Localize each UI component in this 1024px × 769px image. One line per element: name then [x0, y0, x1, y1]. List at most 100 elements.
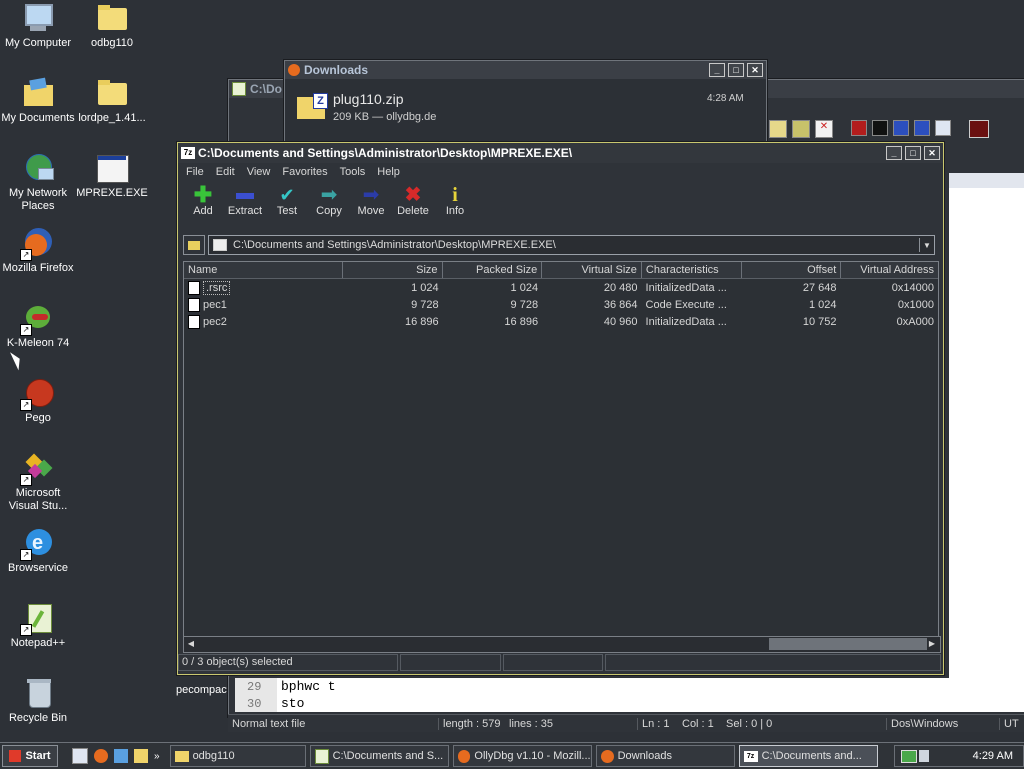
editor-tab-strip: [949, 173, 1024, 189]
record-macro-icon[interactable]: [851, 120, 867, 136]
desktop-icon-k-meleon[interactable]: ↗ K-Meleon 74: [0, 302, 76, 350]
menu-favorites[interactable]: Favorites: [276, 166, 333, 178]
column-header-size[interactable]: Size: [343, 262, 443, 278]
shortcut-arrow-icon: ↗: [20, 249, 32, 261]
taskbar-item-odbg110[interactable]: odbg110: [169, 745, 306, 767]
desktop-icon-my-network-places[interactable]: My Network Places: [0, 152, 76, 213]
desktop-icon-label: Notepad++: [10, 637, 66, 649]
menu-view[interactable]: View: [241, 166, 277, 178]
scroll-right-arrow-icon[interactable]: ▶: [926, 638, 938, 650]
seven-zip-title-bar[interactable]: 7z C:\Documents and Settings\Administrat…: [178, 143, 943, 163]
chevron-right-icon[interactable]: »: [154, 751, 160, 762]
maximize-button[interactable]: □: [728, 63, 744, 77]
play-macro-icon[interactable]: [893, 120, 909, 136]
minimize-button[interactable]: _: [709, 63, 725, 77]
copy-button[interactable]: ➡ Copy: [308, 181, 350, 217]
desktop-icon-label: odbg110: [90, 37, 133, 49]
taskbar-item-editor[interactable]: C:\Documents and S...: [309, 745, 449, 767]
menu-edit[interactable]: Edit: [210, 166, 241, 178]
column-header-virtual-size[interactable]: Virtual Size: [542, 262, 642, 278]
line-number-gutter: 29 30: [235, 678, 277, 712]
test-button[interactable]: ✔ Test: [266, 181, 308, 217]
address-input[interactable]: C:\Documents and Settings\Administrator\…: [208, 235, 935, 255]
column-header-virtual-address[interactable]: Virtual Address: [841, 262, 938, 278]
up-folder-button[interactable]: [183, 235, 205, 255]
desktop-icon-pecompact-label[interactable]: pecompact: [176, 684, 230, 696]
firefox-icon[interactable]: [94, 749, 108, 763]
delete-button[interactable]: ✖ Delete: [392, 181, 434, 217]
table-row[interactable]: .rsrc 1 024 1 024 20 480 InitializedData…: [184, 279, 938, 296]
notepad-plus-plus-icon: [232, 82, 246, 96]
toolbar-icon[interactable]: ✕: [815, 120, 833, 138]
desktop-icon-browservice[interactable]: e ↗ Browservice: [0, 527, 76, 575]
show-desktop-icon[interactable]: [72, 748, 88, 764]
close-button[interactable]: ✕: [924, 146, 940, 160]
downloads-title-bar[interactable]: Downloads _ □ ✕: [285, 61, 766, 79]
column-header-offset[interactable]: Offset: [742, 262, 842, 278]
desktop-icon-pego[interactable]: ↗ Pego: [0, 377, 76, 425]
desktop-icon-recycle-bin[interactable]: Recycle Bin: [0, 677, 76, 725]
tray-volume-icon[interactable]: [919, 750, 929, 762]
move-button[interactable]: ➡ Move: [350, 181, 392, 217]
download-file-name[interactable]: plug110.zip: [333, 91, 404, 107]
desktop-icon-my-computer[interactable]: My Computer: [0, 2, 76, 50]
desktop-icon-odbg110[interactable]: odbg110: [74, 2, 150, 50]
editor-toolbar[interactable]: ✕: [769, 120, 989, 138]
desktop-icon-notepad-plus-plus[interactable]: ↗ Notepad++: [0, 602, 76, 650]
menu-tools[interactable]: Tools: [334, 166, 372, 178]
stop-macro-icon[interactable]: [872, 120, 888, 136]
tray-network-icon[interactable]: [901, 750, 917, 763]
seven-zip-app-icon: 7z: [743, 750, 758, 762]
toolbar-icon[interactable]: [792, 120, 810, 138]
minimize-button[interactable]: _: [886, 146, 902, 160]
taskbar: Start » odbg110 C:\Documents and S... Ol…: [0, 742, 1024, 769]
table-row[interactable]: pec2 16 896 16 896 40 960 InitializedDat…: [184, 313, 938, 330]
run-macro-multiple-icon[interactable]: [914, 120, 930, 136]
status-file-type: Normal text file: [228, 717, 439, 730]
task-label: Downloads: [617, 750, 672, 762]
start-button[interactable]: Start: [2, 745, 58, 767]
desktop-icon-mprexe[interactable]: MPREXE.EXE: [74, 152, 150, 200]
folder-icon: [96, 2, 128, 34]
menu-help[interactable]: Help: [371, 166, 406, 178]
file-list[interactable]: Name Size Packed Size Virtual Size Chara…: [183, 261, 939, 638]
clock[interactable]: 4:29 AM: [973, 750, 1013, 762]
column-header-name[interactable]: Name: [184, 262, 343, 278]
chevron-down-icon[interactable]: ▼: [919, 238, 934, 252]
info-button[interactable]: i Info: [434, 181, 476, 217]
desktop-icon-lordpe[interactable]: lordpe_1.41...: [74, 77, 150, 125]
visual-studio-icon: ↗: [20, 452, 54, 486]
horizontal-scrollbar[interactable]: ◀ ▶: [183, 636, 941, 653]
status-ln: Ln : 1: [642, 717, 670, 730]
desktop-icon-visual-studio[interactable]: ↗ Microsoft Visual Stu...: [0, 452, 76, 513]
toolbar-icon[interactable]: [969, 120, 989, 138]
downloads-window[interactable]: Downloads _ □ ✕ Z plug110.zip 209 KB — o…: [284, 60, 767, 152]
desktop-icon-firefox[interactable]: ↗ Mozilla Firefox: [0, 227, 76, 275]
taskbar-item-ollydbg-firefox[interactable]: OllyDbg v1.10 - Mozill...: [452, 745, 592, 767]
taskbar-item-seven-zip[interactable]: 7z C:\Documents and...: [738, 745, 878, 767]
scroll-left-arrow-icon[interactable]: ◀: [185, 638, 197, 650]
add-button[interactable]: ✚ Add: [182, 181, 224, 218]
table-row[interactable]: pec1 9 728 9 728 36 864 Code Execute ...…: [184, 296, 938, 313]
shortcut-arrow-icon: ↗: [20, 399, 32, 411]
maximize-button[interactable]: □: [905, 146, 921, 160]
folder-icon[interactable]: [134, 749, 148, 763]
extract-button[interactable]: Extract: [224, 181, 266, 217]
desktop-icon-my-documents[interactable]: My Documents: [0, 77, 76, 125]
close-button[interactable]: ✕: [747, 63, 763, 77]
save-macro-icon[interactable]: [935, 120, 951, 136]
scrollbar-thumb[interactable]: [769, 638, 927, 650]
column-header-characteristics[interactable]: Characteristics: [642, 262, 742, 278]
seven-zip-window[interactable]: 7z C:\Documents and Settings\Administrat…: [177, 142, 944, 675]
editor-text-area[interactable]: bphwc t sto: [277, 678, 1024, 712]
mouse-cursor-icon: [10, 349, 24, 371]
menu-file[interactable]: File: [180, 166, 210, 178]
column-header-packed-size[interactable]: Packed Size: [443, 262, 543, 278]
taskbar-item-downloads[interactable]: Downloads: [595, 745, 735, 767]
computer-icon: [22, 2, 54, 34]
editor-text-area[interactable]: [949, 188, 1024, 678]
network-icon[interactable]: [114, 749, 128, 763]
toolbar-icon[interactable]: [769, 120, 787, 138]
status-eol: Dos\Windows: [887, 717, 1000, 730]
address-bar: C:\Documents and Settings\Administrator\…: [183, 235, 935, 255]
